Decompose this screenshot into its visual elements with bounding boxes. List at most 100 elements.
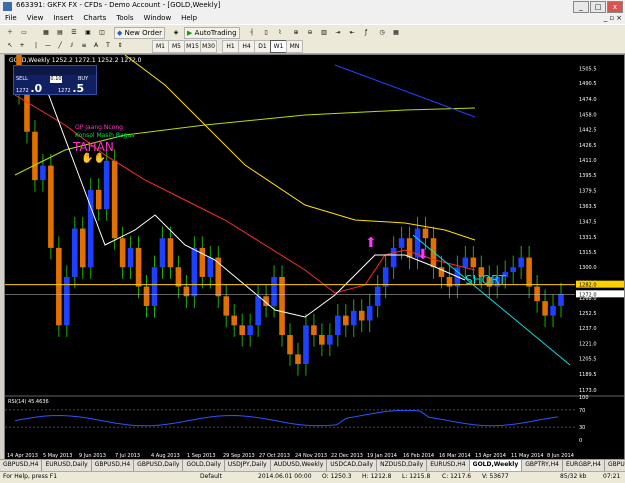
price-axis-label: 1331.5 — [579, 235, 597, 241]
sell-button[interactable]: SELL — [16, 76, 28, 83]
tab-eurusd-h4[interactable]: EURUSD,H4 — [427, 460, 470, 471]
chart-window[interactable]: GOLD,Weekly 1252.2 1272.1 1252.2 1272.0 1… — [4, 54, 625, 460]
label-icon[interactable]: T — [102, 40, 114, 52]
price-axis-label: 1221.0 — [579, 342, 597, 348]
line-chart-icon[interactable]: ⌇ — [274, 27, 286, 39]
arrows-icon[interactable]: ⇕ — [114, 40, 126, 52]
trendline-icon[interactable]: ╱ — [54, 40, 66, 52]
status-low: L: 1215.8 — [402, 473, 431, 480]
crosshair-icon[interactable]: + — [16, 40, 28, 52]
candle-body — [462, 257, 469, 268]
tab-usdcad-daily[interactable]: USDCAD,Daily — [327, 460, 378, 471]
candle-body — [95, 189, 102, 210]
bar-chart-icon[interactable]: ┤ — [246, 27, 258, 39]
metaeditor-icon[interactable]: ◈ — [170, 27, 182, 39]
price-axis-label: 1379.5 — [579, 188, 597, 194]
tab-usdjpy-daily[interactable]: USDJPY,Daily — [224, 460, 271, 471]
rsi-axis-label: 70 — [579, 408, 585, 414]
zoom-in-icon[interactable]: ⊕ — [290, 27, 302, 39]
candle-body — [255, 296, 261, 326]
timeframe-mn[interactable]: MN — [286, 40, 303, 53]
rsi-label: RSI(14) 45.4636 — [8, 399, 49, 405]
channel-icon[interactable]: ⫽ — [66, 40, 78, 52]
fibonacci-icon[interactable]: ≡ — [78, 40, 90, 52]
candle-body — [79, 228, 86, 268]
candle-body — [191, 247, 198, 297]
timeframe-d1[interactable]: D1 — [254, 40, 271, 53]
tab-gbpusd-h4-2[interactable]: GBPUSD,H4 — [91, 460, 135, 471]
templates-icon[interactable]: ▦ — [390, 27, 402, 39]
data-window-icon[interactable]: ▤ — [54, 27, 66, 39]
tile-windows-icon[interactable]: ▥ — [318, 27, 330, 39]
timeframe-h1[interactable]: H1 — [222, 40, 239, 53]
menu-window[interactable]: Window — [139, 13, 177, 24]
candle-body — [343, 315, 349, 326]
tab-gold-daily[interactable]: GOLD,Daily — [183, 460, 225, 471]
short-label: SHORT — [465, 273, 507, 287]
tab-nzdusd-daily[interactable]: NZDUSD,Daily — [377, 460, 428, 471]
mdi-minimize-icon[interactable]: _ — [604, 14, 608, 22]
menu-insert[interactable]: Insert — [48, 13, 78, 24]
new-order-icon: ◆ — [117, 29, 123, 37]
timeframe-w1[interactable]: W1 — [270, 40, 287, 53]
tab-gbpusd-daily[interactable]: GBPUSD,Daily — [134, 460, 184, 471]
maximize-button[interactable]: □ — [590, 1, 606, 13]
vertical-line-icon[interactable]: | — [30, 40, 42, 52]
tab-gold-weekly[interactable]: GOLD,Weekly — [469, 460, 523, 471]
candlestick-icon[interactable]: ▯ — [260, 27, 272, 39]
tab-gbpusd-h4-1[interactable]: GBPUSD,H4 — [0, 460, 43, 471]
timeframe-m1[interactable]: M1 — [152, 40, 169, 53]
menu-help[interactable]: Help — [176, 13, 202, 24]
buy-price[interactable]: 1272 .5 — [58, 83, 84, 94]
terminal-icon[interactable]: ▣ — [82, 27, 94, 39]
tab-eurgbp-h4[interactable]: EURGBP,H4 — [563, 460, 605, 471]
timeframe-m30[interactable]: M30 — [200, 40, 217, 53]
zoom-out-icon[interactable]: ⊖ — [304, 27, 316, 39]
tab-eurusd-daily[interactable]: EURUSD,Daily — [42, 460, 92, 471]
candle-body — [40, 165, 46, 181]
close-button[interactable]: x — [607, 1, 623, 13]
mdi-restore-icon[interactable]: ▫ — [609, 14, 614, 22]
horizontal-line-icon[interactable]: — — [42, 40, 54, 52]
new-order-button[interactable]: ◆ New Order — [114, 27, 166, 39]
navigator-icon[interactable]: ☰ — [68, 27, 80, 39]
price-axis-label: 1252.5 — [579, 311, 597, 317]
indicators-icon[interactable]: ƒ — [360, 27, 372, 39]
tab-gbpuse[interactable]: GBPUSE — [604, 460, 625, 471]
price-axis-label: 1205.5 — [579, 357, 597, 363]
price-chart[interactable]: GOLD,Weekly 1252.2 1272.1 1252.2 1272.0 1… — [5, 55, 624, 459]
window-title: 663391: GKFX FX - CFDs - Demo Account - … — [16, 1, 221, 9]
sell-price[interactable]: 1272 .0 — [16, 83, 42, 94]
periods-icon[interactable]: ◷ — [376, 27, 388, 39]
tab-audusd-weekly[interactable]: AUDUSD,Weekly — [270, 460, 328, 471]
menu-charts[interactable]: Charts — [78, 13, 111, 24]
price-axis-label: 1442.5 — [579, 127, 597, 133]
title-bar: 663391: GKFX FX - CFDs - Demo Account - … — [0, 0, 625, 14]
strategy-tester-icon[interactable]: ◫ — [96, 27, 108, 39]
text-icon[interactable]: A — [90, 40, 102, 52]
sell-arrow-icon: ⬇ — [417, 247, 429, 263]
cursor-icon[interactable]: ↖ — [4, 40, 16, 52]
status-profile: Default — [200, 473, 222, 480]
panel-header — [14, 66, 96, 75]
chart-shift-icon[interactable]: ⇤ — [346, 27, 358, 39]
hands-icon: ✋✋ — [81, 151, 106, 164]
note-line-1: OP Jaang Ncong — [75, 124, 123, 131]
timeframe-m5[interactable]: M5 — [168, 40, 185, 53]
timeframe-h4[interactable]: H4 — [238, 40, 255, 53]
menu-file[interactable]: File — [0, 13, 22, 24]
status-open: O: 1250.3 — [322, 473, 352, 480]
lot-size-input[interactable]: 0.10 — [50, 76, 62, 83]
market-watch-icon[interactable]: ▦ — [40, 27, 52, 39]
timeframe-m15[interactable]: M15 — [184, 40, 201, 53]
profiles-icon[interactable]: ▭ — [18, 27, 30, 39]
candle-body — [534, 286, 540, 302]
minimize-button[interactable]: _ — [573, 1, 589, 13]
auto-scroll-icon[interactable]: ⇥ — [332, 27, 344, 39]
menu-view[interactable]: View — [22, 13, 49, 24]
tab-gbptry-h4[interactable]: GBPTRY,H4 — [522, 460, 563, 471]
new-chart-icon[interactable]: ＋ — [4, 27, 16, 39]
menu-tools[interactable]: Tools — [111, 13, 138, 24]
autotrading-button[interactable]: ▶ AutoTrading — [184, 27, 240, 39]
mdi-close-icon[interactable]: × — [616, 14, 622, 22]
